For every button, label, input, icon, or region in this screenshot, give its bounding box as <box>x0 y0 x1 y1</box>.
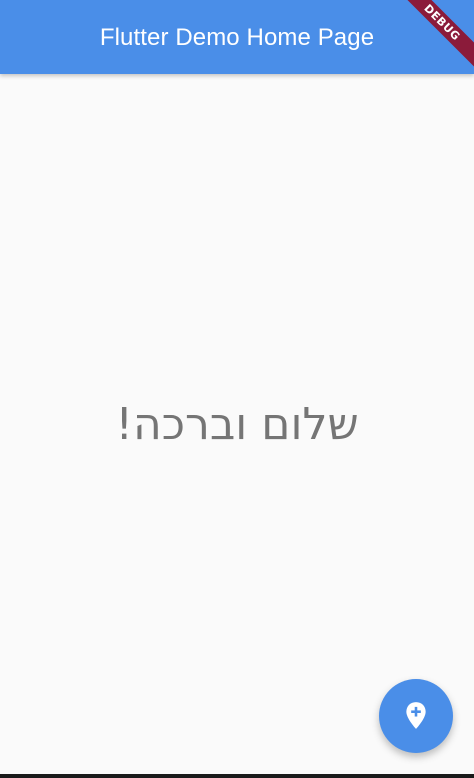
debug-banner-container: DEBUG <box>384 0 474 90</box>
system-nav-strip <box>0 774 474 778</box>
add-location-button[interactable] <box>379 679 453 753</box>
greeting-text: שלום וברכה! <box>115 398 359 450</box>
page-title: Flutter Demo Home Page <box>99 24 375 51</box>
debug-banner: DEBUG <box>393 0 474 71</box>
main-content: שלום וברכה! <box>0 74 474 774</box>
add-location-icon <box>406 702 426 729</box>
app-screen: Flutter Demo Home Page DEBUG שלום וברכה! <box>0 0 474 778</box>
